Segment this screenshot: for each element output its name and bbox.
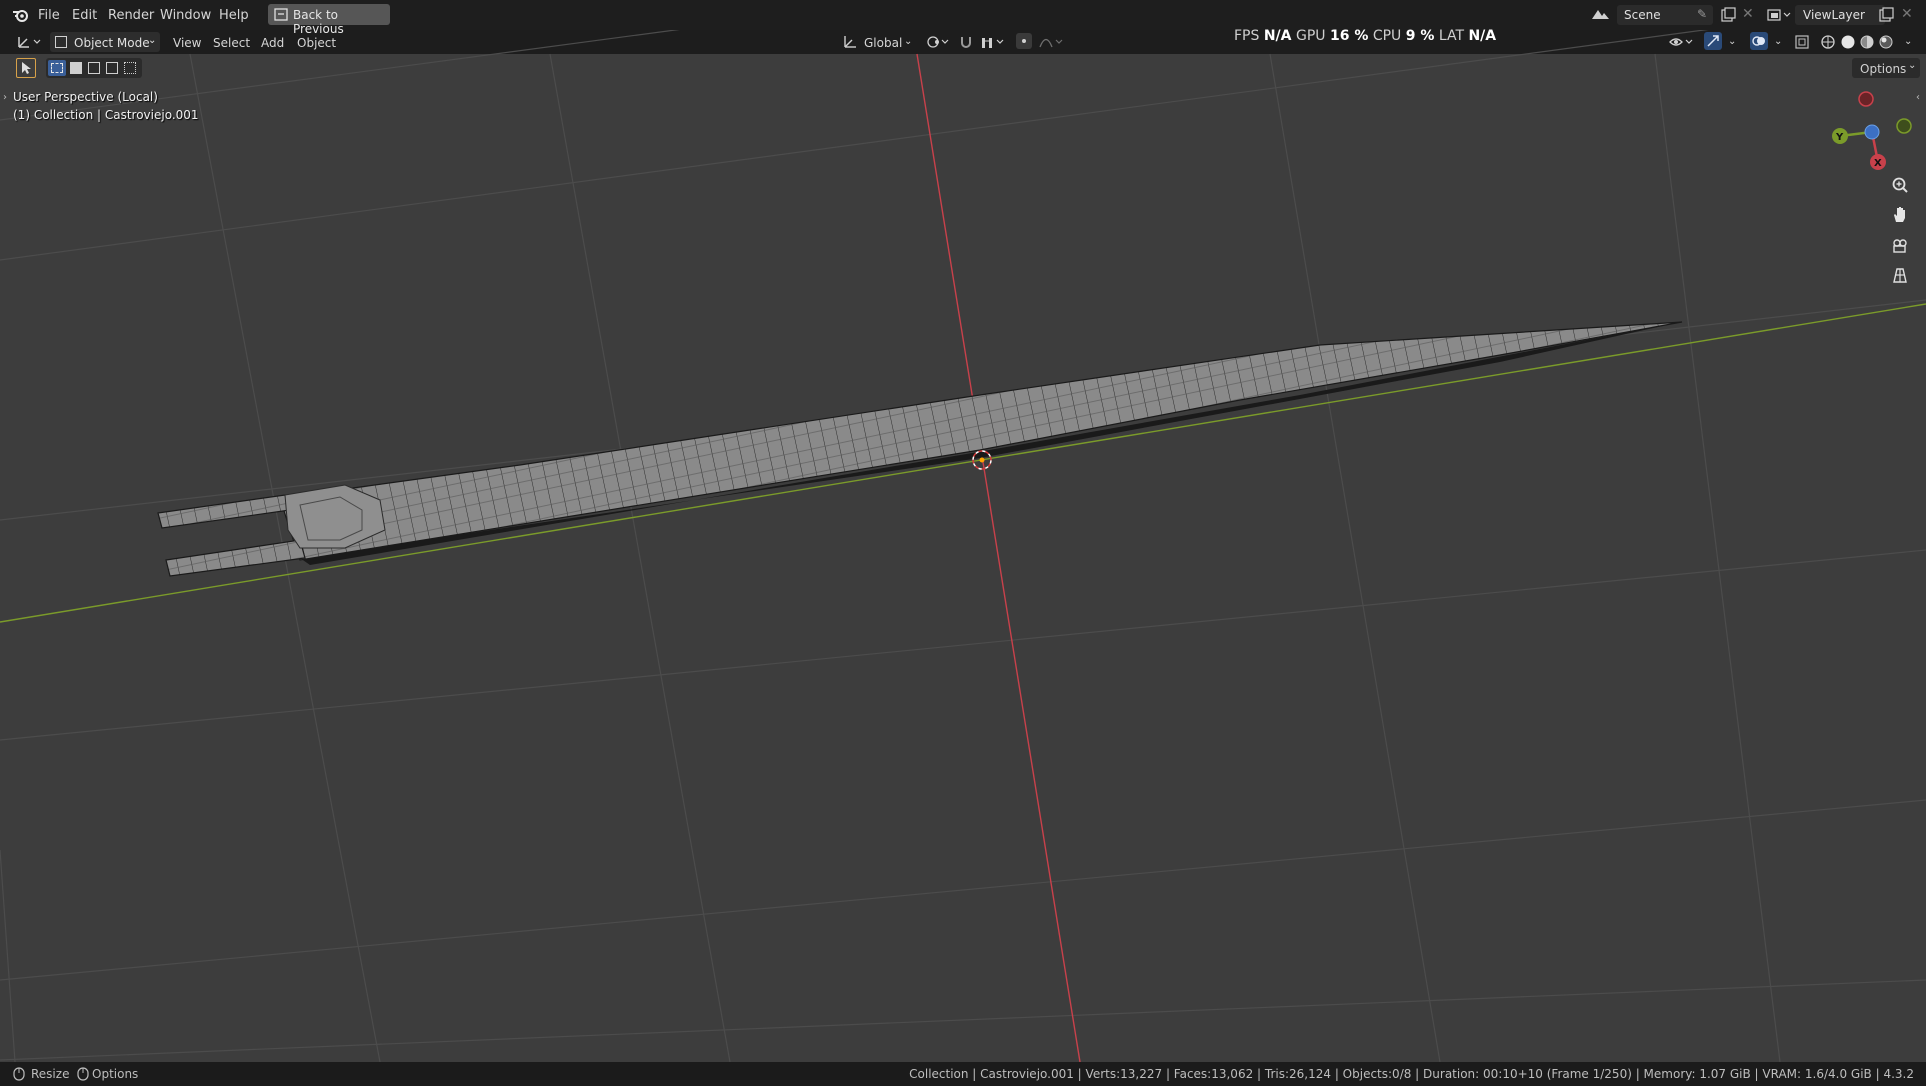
object-mode-icon [55, 36, 67, 48]
back-to-previous-button[interactable]: Back to Previous [268, 4, 390, 36]
toolbar-expand-icon[interactable]: › [3, 92, 7, 103]
shading-mode-group[interactable] [1820, 34, 1900, 50]
view-perspective-label: User Perspective (Local) [13, 90, 158, 104]
cpu-value: 9 % [1405, 28, 1435, 44]
navigation-gizmo[interactable]: Y X [1824, 86, 1920, 176]
lat-label: LAT [1438, 28, 1465, 44]
top-menubar: File Edit Render Window Help Back to Pre… [0, 0, 1926, 36]
chevron-down-icon: ⌄ [148, 35, 157, 46]
performance-stats: FPS N/A GPU 16 % CPU 9 % LAT N/A [1234, 28, 1496, 44]
menu-render[interactable]: Render [108, 8, 154, 23]
camera-icon[interactable] [1888, 233, 1912, 257]
options-label: Options [1860, 62, 1907, 76]
select-mode-group[interactable] [46, 58, 142, 78]
falloff-icon[interactable] [1038, 34, 1064, 50]
status-resize-label: Resize [31, 1067, 70, 1081]
select-invert-icon[interactable] [106, 62, 118, 74]
select-extend-icon[interactable] [70, 62, 82, 74]
mouse-right-icon [77, 1067, 89, 1081]
select-subtract-icon[interactable] [88, 62, 100, 74]
pivot-icon[interactable] [926, 34, 950, 50]
select-box-icon[interactable] [48, 60, 66, 76]
menu-window[interactable]: Window [160, 8, 211, 23]
chevron-down-icon[interactable]: ⌄ [1904, 36, 1912, 47]
gizmo-y-label: Y [1835, 132, 1844, 143]
blender-window: { "menubar": { "items": ["File","Edit","… [0, 0, 1926, 1086]
fps-value: N/A [1263, 28, 1292, 44]
grid-icon[interactable] [1888, 263, 1912, 287]
object-mode-label: Object Mode [74, 36, 150, 50]
scene-field[interactable]: Scene ✎ [1617, 5, 1713, 25]
scene-name: Scene [1624, 8, 1661, 22]
header-menu-select[interactable]: Select [213, 36, 250, 50]
gpu-value: 16 % [1329, 28, 1369, 44]
gpu-label: GPU [1295, 28, 1326, 44]
view-layer-icon[interactable] [1766, 7, 1792, 23]
view-layer-name: ViewLayer [1803, 8, 1865, 22]
chevron-down-icon[interactable]: ⌄ [1728, 36, 1736, 47]
gizmo-toggle-icon[interactable] [1704, 32, 1722, 50]
3d-viewport[interactable] [0, 0, 1926, 1086]
viewport-header: Object Mode ⌄ View Select Add Object Glo… [0, 30, 1926, 54]
proportional-edit-icon[interactable] [1016, 33, 1032, 49]
select-tool-icon[interactable] [16, 58, 36, 78]
delete-view-layer-icon[interactable]: ✕ [1901, 6, 1913, 22]
menu-edit[interactable]: Edit [72, 8, 97, 23]
scene-statistics: Collection | Castroviejo.001 | Verts:13,… [909, 1067, 1914, 1081]
fps-label: FPS [1234, 28, 1260, 44]
header-menu-view[interactable]: View [173, 36, 201, 50]
mouse-icon [13, 1067, 25, 1081]
menu-help[interactable]: Help [219, 8, 249, 23]
pan-hand-icon[interactable] [1888, 203, 1912, 227]
screen-back-icon [274, 8, 288, 21]
active-collection-label: (1) Collection | Castroviejo.001 [13, 108, 199, 122]
editor-type-icon[interactable] [16, 34, 44, 50]
transform-orientation-icon [844, 36, 856, 48]
scene-icon[interactable] [1590, 7, 1614, 23]
chevron-down-icon: ⌄ [1908, 60, 1917, 71]
chevron-down-icon[interactable]: ⌄ [904, 36, 912, 47]
blender-logo-icon[interactable] [12, 7, 29, 23]
lat-value: N/A [1468, 28, 1497, 44]
object-mode-dropdown[interactable]: Object Mode ⌄ [50, 32, 160, 52]
header-menu-add[interactable]: Add [261, 36, 284, 50]
xray-toggle-icon[interactable] [1794, 34, 1810, 50]
snap-icon[interactable] [958, 34, 976, 50]
cpu-label: CPU [1372, 28, 1402, 44]
view-layer-field[interactable]: ViewLayer [1795, 5, 1885, 25]
status-options-label: Options [92, 1067, 139, 1081]
header-menu-object[interactable]: Object [297, 36, 336, 50]
select-intersect-icon[interactable] [124, 62, 136, 74]
options-dropdown[interactable]: Options ⌄ [1852, 58, 1920, 78]
transform-orientation-dropdown[interactable]: Global [864, 36, 902, 50]
menu-file[interactable]: File [38, 8, 60, 23]
new-view-layer-icon[interactable] [1878, 7, 1894, 23]
overlays-toggle-icon[interactable] [1750, 32, 1768, 50]
delete-scene-icon[interactable]: ✕ [1742, 6, 1754, 22]
snap-target-icon[interactable] [980, 34, 1008, 50]
gizmo-x-label: X [1874, 158, 1882, 169]
status-bar: Resize Options Collection | Castroviejo.… [0, 1062, 1926, 1086]
pin-icon[interactable]: ✎ [1697, 7, 1707, 21]
visibility-icon[interactable] [1668, 34, 1696, 50]
chevron-down-icon[interactable]: ⌄ [1774, 36, 1782, 47]
new-scene-icon[interactable] [1720, 7, 1736, 23]
zoom-icon[interactable] [1888, 174, 1912, 198]
